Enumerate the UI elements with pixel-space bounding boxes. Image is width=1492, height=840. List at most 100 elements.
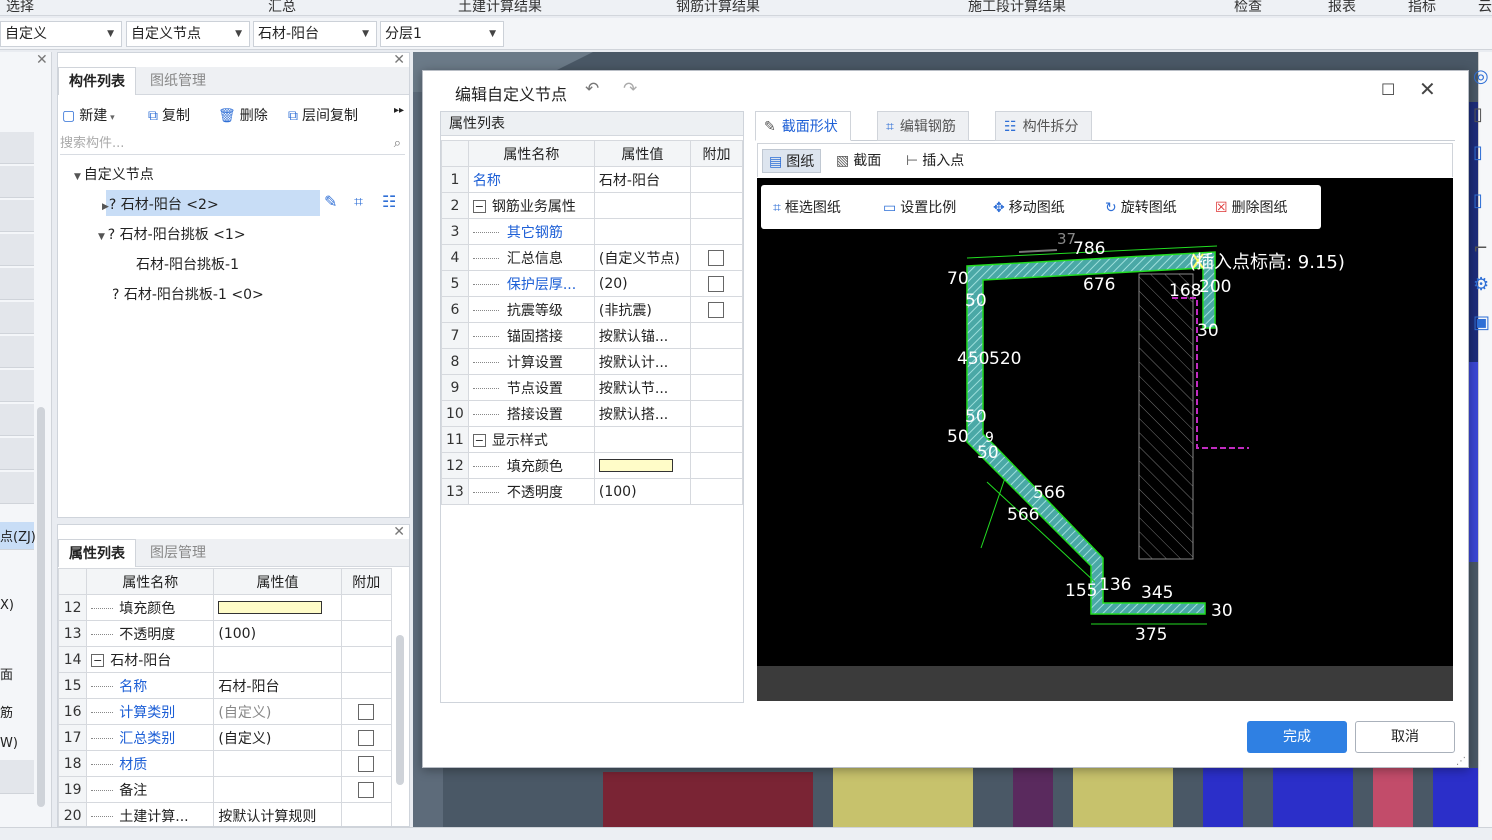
nav-block[interactable] bbox=[0, 760, 34, 794]
redo-icon[interactable]: ↷ bbox=[623, 79, 637, 99]
table-row[interactable]: 6 抗震等级 (非抗震) bbox=[441, 296, 744, 323]
menu-item[interactable]: 钢筋计算结果 bbox=[676, 0, 760, 15]
more-icon[interactable]: ▸▸ bbox=[394, 105, 404, 116]
table-row[interactable]: 9 节点设置 按默认节... bbox=[441, 374, 744, 401]
subtab-drawing[interactable]: ▤ 图纸 bbox=[762, 149, 822, 173]
corner-icon[interactable]: ⌐ bbox=[1473, 238, 1488, 259]
table-row[interactable]: 20 土建计算... 按默认计算规则 bbox=[58, 802, 393, 826]
extra-checkbox[interactable] bbox=[358, 729, 375, 746]
extra-checkbox[interactable] bbox=[358, 755, 375, 772]
value-cell[interactable]: (自定义) bbox=[213, 698, 342, 725]
value-cell[interactable]: (100) bbox=[213, 620, 342, 647]
menu-item[interactable]: 汇总 bbox=[268, 0, 296, 15]
table-row[interactable]: 7 锚固搭接 按默认锚... bbox=[441, 322, 744, 349]
nav-block[interactable] bbox=[0, 336, 34, 368]
nav-label[interactable]: X) bbox=[0, 598, 14, 613]
table-row[interactable]: 18 材质 bbox=[58, 750, 393, 777]
value-cell[interactable] bbox=[593, 218, 691, 245]
tree-node-balcony-slab-1[interactable]: 石材-阳台挑板-1 bbox=[136, 254, 239, 274]
value-cell[interactable]: 按默认搭... bbox=[593, 400, 691, 427]
copy-button[interactable]: ⧉ 复制 bbox=[148, 105, 190, 125]
undo-icon[interactable]: ↶ bbox=[585, 79, 599, 99]
split-component-icon[interactable]: ☷ bbox=[382, 192, 396, 211]
tab-edit-rebar[interactable]: ⌗ 编辑钢筋 bbox=[877, 111, 969, 141]
tree-node-stone-balcony[interactable]: ▶? 石材-阳台 <2> bbox=[102, 194, 219, 214]
nav-label[interactable]: W) bbox=[0, 736, 18, 751]
resize-grip-icon[interactable]: ⋰ bbox=[1456, 756, 1466, 767]
nav-block[interactable] bbox=[0, 370, 34, 402]
extra-checkbox[interactable] bbox=[708, 275, 725, 292]
scrollbar[interactable] bbox=[37, 407, 45, 807]
component-dropdown[interactable]: 石材-阳台 ▼ bbox=[253, 21, 377, 47]
tab-drawing-management[interactable]: 图纸管理 bbox=[140, 67, 216, 95]
menu-item[interactable]: 施工段计算结果 bbox=[968, 0, 1066, 15]
value-cell[interactable]: (自定义) bbox=[213, 724, 342, 751]
value-cell[interactable]: 按默认锚... bbox=[593, 322, 691, 349]
cad-drawing-canvas[interactable]: 37 786 676 70 50 168 200 30 450 520 50 5… bbox=[757, 178, 1453, 666]
nav-label[interactable]: 筋 bbox=[0, 702, 13, 721]
table-row[interactable]: 1 名称 石材-阳台 bbox=[441, 166, 744, 193]
menu-item[interactable]: 指标 bbox=[1408, 0, 1436, 15]
table-row[interactable]: 15 名称 石材-阳台 bbox=[58, 672, 393, 699]
new-button[interactable]: ▢ 新建 ▾ bbox=[62, 105, 115, 125]
value-cell[interactable]: (100) bbox=[593, 478, 691, 505]
layer-icon[interactable]: ▯ bbox=[1473, 104, 1483, 125]
move-drawing-button[interactable]: ✥ 移动图纸 bbox=[993, 197, 1065, 217]
nav-block[interactable] bbox=[0, 268, 34, 300]
table-row[interactable]: 12 填充颜色 bbox=[58, 594, 393, 621]
nav-label[interactable]: 面 bbox=[0, 664, 13, 683]
finish-button[interactable]: 完成 bbox=[1247, 721, 1347, 753]
rotate-drawing-button[interactable]: ↻ 旋转图纸 bbox=[1105, 197, 1177, 217]
view-icon[interactable]: ◎ bbox=[1473, 66, 1489, 87]
value-cell[interactable] bbox=[593, 426, 691, 453]
nav-block[interactable] bbox=[0, 132, 34, 164]
table-row[interactable]: 11 − 显示样式 bbox=[441, 426, 744, 453]
search-icon[interactable]: ⌕ bbox=[394, 133, 401, 155]
cancel-button[interactable]: 取消 bbox=[1355, 721, 1455, 753]
table-row[interactable]: 5 保护层厚... (20) bbox=[441, 270, 744, 297]
table-row[interactable]: 19 备注 bbox=[58, 776, 393, 803]
close-icon[interactable]: ✕ bbox=[1419, 77, 1436, 101]
floor-copy-button[interactable]: ⧉ 层间复制 bbox=[288, 105, 358, 125]
scrollbar[interactable] bbox=[396, 635, 404, 785]
menu-item[interactable]: 选择 bbox=[6, 0, 34, 15]
table-row[interactable]: 13 不透明度 (100) bbox=[441, 478, 744, 505]
table-row[interactable]: 17 汇总类别 (自定义) bbox=[58, 724, 393, 751]
fill-color-swatch[interactable] bbox=[598, 459, 673, 472]
table-row[interactable]: 16 计算类别 (自定义) bbox=[58, 698, 393, 725]
fill-color-swatch[interactable] bbox=[218, 601, 323, 614]
menu-item[interactable]: 报表 bbox=[1328, 0, 1356, 15]
value-cell[interactable]: 石材-阳台 bbox=[593, 166, 691, 193]
extra-checkbox[interactable] bbox=[708, 249, 725, 266]
table-row[interactable]: 2 − 钢筋业务属性 bbox=[441, 192, 744, 219]
subtype-dropdown[interactable]: 自定义节点 ▼ bbox=[126, 21, 250, 47]
extra-checkbox[interactable] bbox=[358, 781, 375, 798]
nav-block[interactable] bbox=[0, 234, 34, 266]
nav-block[interactable] bbox=[0, 200, 34, 232]
value-cell[interactable]: (自定义节点) bbox=[593, 244, 691, 271]
edit-rebar-icon[interactable]: ⌗ bbox=[354, 192, 363, 212]
value-cell[interactable] bbox=[213, 750, 342, 777]
tab-layer-management[interactable]: 图层管理 bbox=[140, 539, 216, 567]
cube-icon[interactable]: ▯ bbox=[1473, 142, 1483, 163]
table-row[interactable]: 10 搭接设置 按默认搭... bbox=[441, 400, 744, 427]
tree-node-custom-node[interactable]: ▼ 自定义节点 bbox=[74, 164, 154, 184]
tab-component-split[interactable]: ☷ 构件拆分 bbox=[995, 111, 1092, 141]
extra-checkbox[interactable] bbox=[358, 703, 375, 720]
tab-section-shape[interactable]: ✎ 截面形状 bbox=[755, 111, 851, 141]
menu-item[interactable]: 云 bbox=[1478, 0, 1492, 15]
value-cell[interactable]: (20) bbox=[593, 270, 691, 297]
delete-button[interactable]: 🗑 删除 bbox=[218, 105, 268, 125]
nav-block[interactable] bbox=[0, 166, 34, 198]
table-row[interactable]: 13 不透明度 (100) bbox=[58, 620, 393, 647]
menu-item[interactable]: 土建计算结果 bbox=[458, 0, 542, 15]
nav-block[interactable] bbox=[0, 404, 34, 436]
value-cell[interactable] bbox=[593, 192, 691, 219]
set-scale-button[interactable]: ▭ 设置比例 bbox=[883, 197, 956, 217]
nav-block[interactable] bbox=[0, 472, 34, 504]
subtab-section[interactable]: ▧ 截面 bbox=[830, 149, 887, 173]
table-row[interactable]: 12 填充颜色 bbox=[441, 452, 744, 479]
value-cell[interactable] bbox=[213, 646, 342, 673]
settings-icon[interactable]: ⚙ bbox=[1473, 274, 1489, 295]
close-icon[interactable]: ✕ bbox=[393, 52, 405, 68]
